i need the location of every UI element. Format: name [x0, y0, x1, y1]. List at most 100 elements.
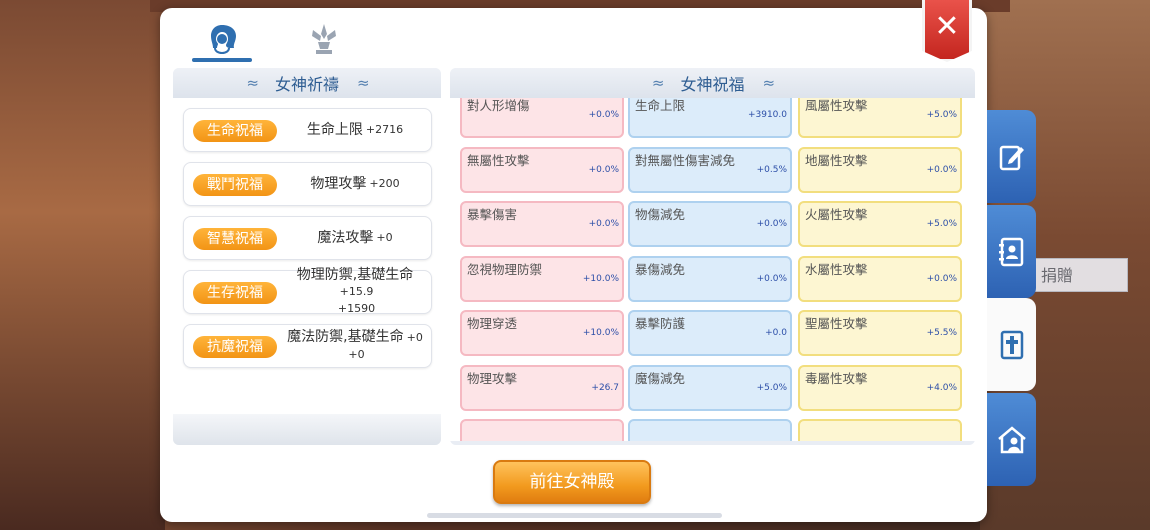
goddess-prayer-title: 女神祈禱 — [274, 75, 339, 94]
prayer-row-wisdom[interactable]: 智慧祝福 魔法攻擊 +0 — [183, 216, 432, 260]
blessing-cell: 物傷減免 +0.0% — [628, 201, 792, 247]
tab-goddess-prayer[interactable] — [192, 16, 252, 62]
prayer-list: 生命祝福 生命上限 +2716 戰鬥祝福 物理攻擊 +200 智慧祝福 魔法攻擊 +0… — [173, 98, 441, 414]
blessing-cell-name: 魔傷減免 — [635, 370, 686, 386]
blessing-cell-name: 暴擊傷害 — [467, 207, 518, 222]
blessing-cell-value: +0.0% — [756, 219, 787, 229]
goddess-prayer-section: ≈ 女神祈禱 ≈ 生命祝福 生命上限 +2716 戰鬥祝福 物理攻擊 +200 智慧… — [173, 68, 441, 445]
blessing-cell-value: +5.0% — [756, 382, 787, 393]
goddess-prayer-header: ≈ 女神祈禱 ≈ — [173, 68, 441, 98]
prayer-stat-name: 物理防禦,基礎生命 — [296, 267, 414, 283]
cross-tablet-icon — [1000, 330, 1023, 359]
blessing-cell-value: +0.0 — [765, 328, 787, 338]
blessing-cell — [798, 419, 962, 441]
blessing-cell-value: +3910.0 — [747, 110, 787, 120]
blessing-cell-name: 物傷減免 — [635, 207, 686, 222]
ornament-icon: ≈ — [762, 74, 776, 92]
goddess-blessing-header: ≈ 女神祝福 ≈ — [450, 68, 975, 98]
blessing-cell: 風屬性攻擊 +5.0% — [798, 98, 962, 138]
goddess-blessing-title: 女神祝福 — [680, 75, 745, 94]
blessing-cell-name: 對人形增傷 — [467, 98, 530, 113]
blessing-cell: 毒屬性攻擊 +4.0% — [798, 364, 962, 411]
close-icon: ✕ — [934, 9, 960, 44]
blessing-cell-name: 風屬性攻擊 — [805, 98, 868, 113]
scene-left — [0, 0, 165, 530]
donate-field[interactable]: 捐贈 — [1030, 258, 1128, 292]
blessing-cell-name: 毒屬性攻擊 — [805, 370, 868, 386]
blessing-cell: 暴擊傷害 +0.0% — [460, 201, 624, 247]
blessing-cell-name: 聖屬性攻擊 — [805, 316, 868, 331]
ornament-icon: ≈ — [357, 74, 370, 92]
goddess-panel: ✕ ≈ 女神祈禱 ≈ 生命祝福 生命上限 +2716 戰鬥祝福 物理攻擊 +200 … — [160, 0, 987, 522]
blessing-cell: 聖屬性攻擊 +5.5% — [798, 310, 962, 356]
blessing-cell-name: 暴擊防護 — [635, 316, 686, 331]
blessing-cell: 忽視物理防禦 +10.0% — [460, 255, 624, 302]
blessing-cell: 無屬性攻擊 +0.0% — [460, 146, 624, 193]
blessing-cell-value: +5.0% — [926, 219, 957, 229]
blessing-cell-value: +10.0% — [582, 273, 619, 284]
blessing-cell: 水屬性攻擊 +0.0% — [798, 255, 962, 302]
contacts-book-icon — [998, 237, 1023, 266]
blessing-cell: 物理攻擊 +26.7 — [460, 364, 624, 411]
side-tab-home[interactable] — [987, 393, 1036, 486]
prayer-stat-name: 生命上限 — [306, 122, 363, 138]
blessing-cell: 地屬性攻擊 +0.0% — [798, 146, 962, 193]
blessing-cell-value: +0.0% — [588, 110, 619, 120]
close-button[interactable]: ✕ — [922, 0, 972, 62]
tab-goddess-statue[interactable] — [294, 16, 354, 62]
prayer-row-antimagic[interactable]: 抗魔祝福 魔法防禦,基礎生命 +0 +0 — [183, 324, 432, 368]
panel-scrollbar[interactable] — [427, 513, 722, 518]
blessing-cell-name: 物理攻擊 — [467, 370, 518, 386]
prayer-stat-value: +0 — [406, 331, 423, 344]
blessing-cell-name: 無屬性攻擊 — [467, 152, 530, 168]
blessing-cell: 對無屬性傷害減免 +0.5% — [628, 146, 792, 193]
prayer-stat-value: +2716 — [365, 123, 404, 136]
side-tab-edit[interactable] — [987, 110, 1036, 203]
prayer-footer — [173, 414, 441, 445]
blessing-cell: 火屬性攻擊 +5.0% — [798, 201, 962, 247]
blessing-cell: 物理穿透 +10.0% — [460, 310, 624, 356]
goddess-blessing-section: ≈ 女神祝福 ≈ 對人形增傷 +0.0% 無屬性攻擊 +0.0% 暴擊傷害 +0.0% 忽視… — [450, 68, 975, 445]
blessing-cell: 暴傷減免 +0.0% — [628, 255, 792, 302]
side-tab-contacts[interactable] — [987, 205, 1036, 298]
ornament-icon: ≈ — [246, 74, 259, 92]
prayer-label: 戰鬥祝福 — [193, 174, 277, 196]
goddess-head-icon — [211, 25, 236, 55]
prayer-row-survival[interactable]: 生存祝福 物理防禦,基礎生命 +15.9 +1590 — [183, 267, 432, 315]
prayer-label: 抗魔祝福 — [193, 336, 277, 358]
prayer-stat: 魔法防禦,基礎生命 +0 +0 — [280, 325, 430, 367]
blessing-cell — [628, 419, 792, 441]
blessing-cell-name: 物理穿透 — [467, 316, 518, 331]
blessing-cell-name: 地屬性攻擊 — [805, 152, 868, 168]
prayer-stat: 物理攻擊 +200 — [280, 163, 430, 205]
blessing-grid[interactable]: 對人形增傷 +0.0% 無屬性攻擊 +0.0% 暴擊傷害 +0.0% 忽視物理防禦 +10.0… — [450, 98, 975, 441]
blessing-cell-value: +10.0% — [582, 328, 619, 338]
prayer-label: 智慧祝福 — [193, 228, 277, 250]
prayer-stat-value: +200 — [369, 177, 400, 190]
blessing-cell-value: +0.5% — [756, 164, 787, 175]
blessing-cell: 暴擊防護 +0.0 — [628, 310, 792, 356]
blessing-cell-value: +5.0% — [926, 110, 957, 120]
prayer-stat-name: 物理攻擊 — [310, 176, 367, 192]
prayer-stat: 魔法攻擊 +0 — [280, 217, 430, 259]
prayer-stat: 生命上限 +2716 — [280, 109, 430, 151]
prayer-row-life[interactable]: 生命祝福 生命上限 +2716 — [183, 108, 432, 152]
prayer-label: 生命祝福 — [193, 120, 277, 142]
prayer-stat-name: 魔法防禦,基礎生命 — [287, 329, 404, 345]
blessing-cell-name: 火屬性攻擊 — [805, 207, 868, 222]
blessing-cell-value: +0.0% — [926, 273, 957, 284]
prayer-stat-value: +0 — [376, 231, 393, 244]
prayer-label: 生存祝福 — [193, 282, 277, 304]
blessing-cell-name: 忽視物理防禦 — [467, 261, 543, 277]
prayer-row-battle[interactable]: 戰鬥祝福 物理攻擊 +200 — [183, 162, 432, 206]
blessing-cell-value: +0.0% — [926, 164, 957, 175]
edit-note-icon — [999, 145, 1024, 170]
blessing-cell-value: +4.0% — [926, 382, 957, 393]
prayer-stat-value2: +0 — [348, 348, 365, 361]
side-tab-goddess[interactable] — [987, 298, 1036, 391]
go-to-goddess-temple-button[interactable]: 前往女神殿 — [493, 460, 651, 504]
blessing-cell-name: 對無屬性傷害減免 — [635, 152, 736, 168]
home-user-icon — [997, 425, 1026, 453]
prayer-stat-name: 魔法攻擊 — [317, 230, 374, 246]
blessing-cell-name: 水屬性攻擊 — [805, 261, 868, 277]
